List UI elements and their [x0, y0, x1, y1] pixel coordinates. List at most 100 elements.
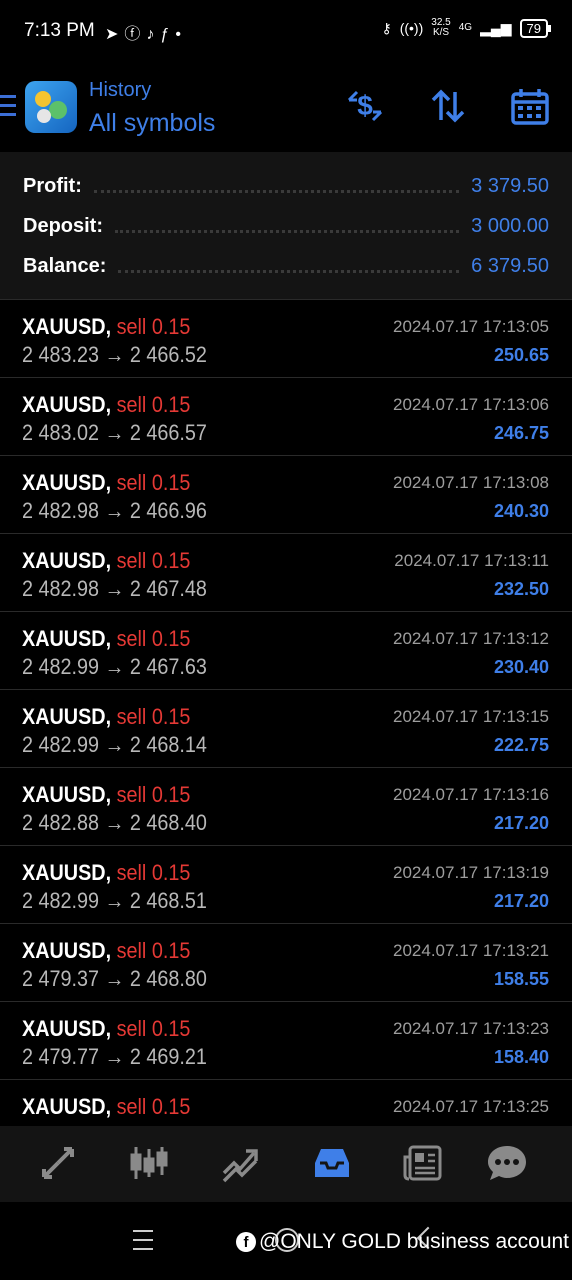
- deal-row[interactable]: XAUUSD, sell 0.15 2 483.23 → 2 466.52 20…: [0, 299, 572, 377]
- nav-trade[interactable]: [215, 1140, 265, 1186]
- deal-prices: 2 482.99 → 2 468.51: [22, 888, 207, 913]
- deal-symbol: XAUUSD, sell 0.15: [22, 1016, 191, 1041]
- sort-button[interactable]: [426, 84, 470, 128]
- deposit-value: 3 000.00: [471, 214, 549, 237]
- quotes-icon: [42, 1147, 74, 1179]
- battery-icon: 79: [519, 18, 552, 38]
- deal-symbol: XAUUSD, sell 0.15: [22, 782, 191, 807]
- deal-profit: 217.20: [493, 813, 549, 833]
- profit-row: Profit: 3 379.50: [23, 171, 549, 201]
- deal-type: sell 0.15: [116, 1094, 191, 1119]
- deal-row[interactable]: XAUUSD, sell 0.15 2 482.98 → 2 467.48 20…: [0, 533, 572, 611]
- fx-icon: ƒ: [160, 26, 176, 43]
- deal-type: sell 0.15: [116, 314, 191, 339]
- dollar-swap-icon: $: [347, 90, 383, 122]
- deal-row[interactable]: XAUUSD, sell 0.15 2 482.99 → 2 468.51 20…: [0, 845, 572, 923]
- deal-time: 2024.07.17 17:13:05: [393, 317, 549, 336]
- calendar-icon: [511, 89, 549, 125]
- profit-value: 3 379.50: [471, 174, 549, 197]
- divider: [115, 228, 460, 233]
- deal-type: sell 0.15: [116, 626, 191, 651]
- account-summary: Profit: 3 379.50 Deposit: 3 000.00 Balan…: [0, 152, 572, 299]
- chat-icon: [488, 1146, 526, 1180]
- deal-profit: 158.55: [493, 969, 549, 989]
- deal-type: sell 0.15: [116, 938, 191, 963]
- deal-time: 2024.07.17 17:13:25: [393, 1097, 549, 1116]
- page-subtitle: History: [89, 79, 152, 101]
- profit-label: Profit:: [23, 174, 82, 197]
- deal-time: 2024.07.17 17:13:23: [393, 1019, 549, 1038]
- deposit-label: Deposit:: [23, 214, 103, 237]
- nav-chart[interactable]: [124, 1140, 174, 1186]
- deal-row[interactable]: XAUUSD, sell 0.15 2 479.77 → 2 469.21 20…: [0, 1001, 572, 1079]
- watermark: f @ONLY GOLD business account: [236, 1230, 569, 1254]
- deal-symbol: XAUUSD, sell 0.15: [22, 938, 191, 963]
- notification-icons: ➤ⓕ♪ƒ•: [105, 20, 187, 44]
- deal-profit: 158.40: [493, 1047, 549, 1067]
- nav-news[interactable]: [398, 1140, 448, 1186]
- sort-arrows-icon: [431, 89, 465, 123]
- recents-icon[interactable]: [133, 1230, 153, 1257]
- period-button[interactable]: [508, 84, 552, 128]
- history-icon: [315, 1149, 349, 1177]
- deal-prices: 2 482.99 → 2 467.63: [22, 654, 207, 679]
- deal-row[interactable]: XAUUSD, sell 0.15 2 482.99 → 2 467.63 20…: [0, 611, 572, 689]
- page-title[interactable]: All symbols: [89, 109, 215, 138]
- deal-profit: 230.40: [493, 657, 549, 677]
- deal-time: 2024.07.17 17:13:08: [393, 473, 549, 492]
- nav-chat[interactable]: [482, 1140, 532, 1186]
- signal-icon: ▂▄▆: [480, 19, 512, 36]
- deal-symbol: XAUUSD, sell 0.15: [22, 1094, 191, 1119]
- status-time: 7:13 PM: [24, 20, 95, 41]
- deal-profit: 246.75: [493, 423, 549, 443]
- deal-time: 2024.07.17 17:13:21: [393, 941, 549, 960]
- deal-type: sell 0.15: [116, 782, 191, 807]
- deal-prices: 2 479.37 → 2 468.80: [22, 966, 207, 991]
- nav-quotes[interactable]: [33, 1140, 83, 1186]
- deal-type: sell 0.15: [116, 548, 191, 573]
- deal-row[interactable]: XAUUSD, sell 0.15 2 482.99 → 2 468.14 20…: [0, 689, 572, 767]
- deal-profit: 217.20: [493, 891, 549, 911]
- balance-row: Balance: 6 379.50: [23, 251, 549, 281]
- deal-time: 2024.07.17 17:13:15: [393, 707, 549, 726]
- deal-prices: 2 482.98 → 2 466.96: [22, 498, 207, 523]
- divider: [93, 188, 460, 193]
- deal-row[interactable]: XAUUSD, sell 0.15 2 479.37 → 2 468.80 20…: [0, 923, 572, 1001]
- menu-icon[interactable]: [0, 95, 16, 117]
- deal-profit: 240.30: [493, 501, 549, 521]
- tiktok-icon: ♪: [146, 26, 161, 43]
- deal-prices: 2 483.23 → 2 466.52: [22, 342, 207, 367]
- deal-type: sell 0.15: [116, 392, 191, 417]
- deal-row[interactable]: XAUUSD, sell 0.15 2024.07.17 17:13:25: [0, 1079, 572, 1126]
- facebook-icon: f: [236, 1232, 256, 1252]
- deal-row[interactable]: XAUUSD, sell 0.15 2 483.02 → 2 466.57 20…: [0, 377, 572, 455]
- app-logo: [25, 81, 77, 133]
- deals-list[interactable]: XAUUSD, sell 0.15 2 483.23 → 2 466.52 20…: [0, 299, 572, 1126]
- network-speed: 32.5 K/S: [431, 17, 451, 38]
- deposit-withdraw-button[interactable]: $: [343, 84, 387, 128]
- deposit-row: Deposit: 3 000.00: [23, 211, 549, 241]
- deal-type: sell 0.15: [116, 1016, 191, 1041]
- deal-time: 2024.07.17 17:13:19: [393, 863, 549, 882]
- deal-prices: 2 482.98 → 2 467.48: [22, 576, 207, 601]
- deal-time: 2024.07.17 17:13:11: [394, 551, 549, 570]
- status-right: ⚷ ((•)) 32.5 K/S 4G ▂▄▆ 79: [381, 17, 552, 38]
- news-icon: [403, 1145, 442, 1181]
- deal-symbol: XAUUSD, sell 0.15: [22, 626, 191, 651]
- network-type: 4G: [458, 22, 473, 33]
- deal-type: sell 0.15: [116, 704, 191, 729]
- chart-icon: [130, 1147, 168, 1179]
- deal-row[interactable]: XAUUSD, sell 0.15 2 482.88 → 2 468.40 20…: [0, 767, 572, 845]
- hotspot-icon: ((•)): [399, 20, 424, 36]
- deal-symbol: XAUUSD, sell 0.15: [22, 470, 191, 495]
- deal-row[interactable]: XAUUSD, sell 0.15 2 482.98 → 2 466.96 20…: [0, 455, 572, 533]
- nav-history[interactable]: [307, 1140, 357, 1186]
- deal-symbol: XAUUSD, sell 0.15: [22, 392, 191, 417]
- deal-profit: 250.65: [493, 345, 549, 365]
- balance-value: 6 379.50: [471, 254, 549, 277]
- deal-prices: 2 482.99 → 2 468.14: [22, 732, 207, 757]
- deal-symbol: XAUUSD, sell 0.15: [22, 704, 191, 729]
- svg-text:$: $: [357, 90, 373, 121]
- deal-time: 2024.07.17 17:13:12: [393, 629, 549, 648]
- bottom-nav: [0, 1126, 572, 1202]
